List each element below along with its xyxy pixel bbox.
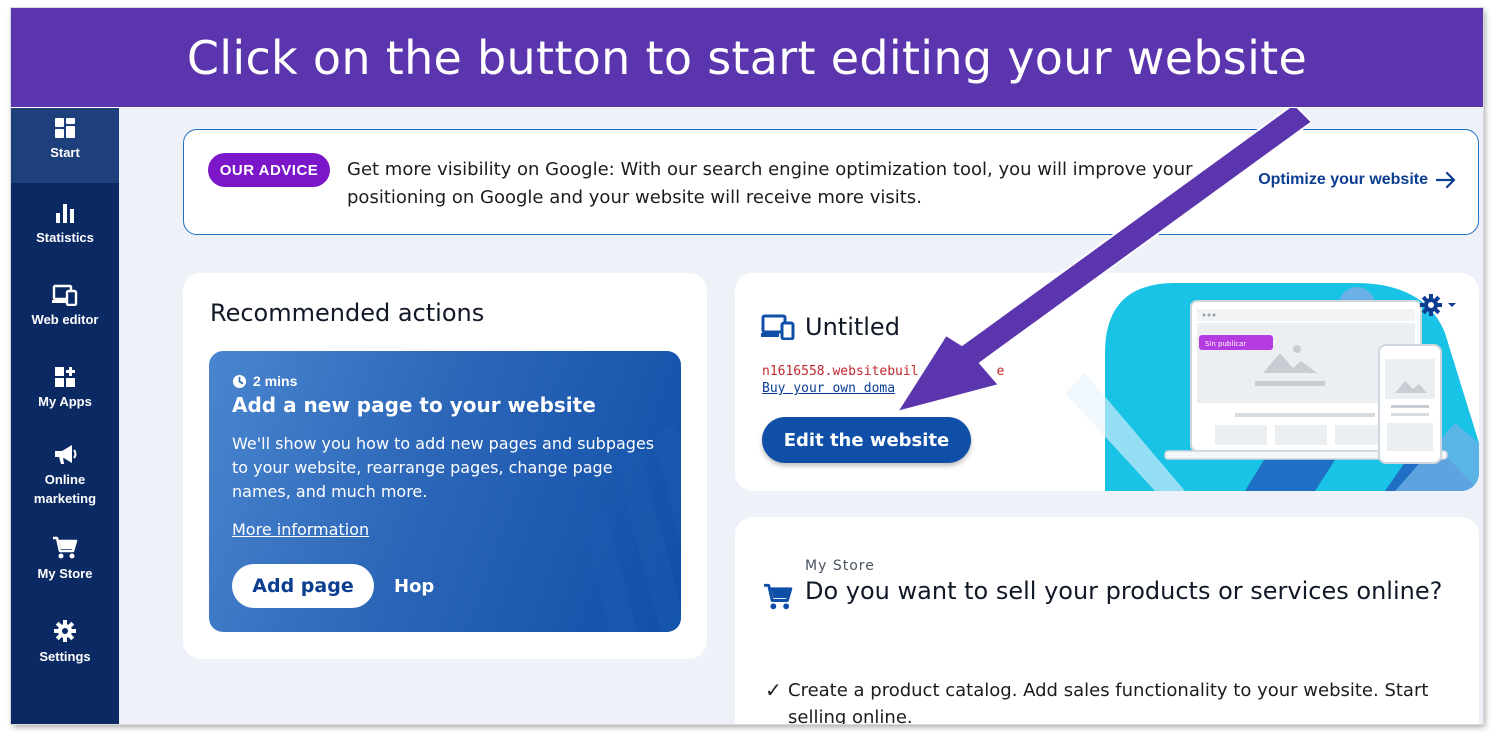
website-title-text: Untitled [805, 313, 900, 341]
optimize-website-label: Optimize your website [1258, 171, 1428, 188]
recommended-action-panel: 2 mins Add a new page to your website We… [209, 351, 681, 632]
store-feature-text: Create a product catalog. Add sales func… [788, 680, 1429, 724]
recommended-actions-title: Recommended actions [210, 299, 485, 327]
my-store-card: My Store Do you want to sell your produc… [735, 517, 1479, 724]
preview-badge-text: Sin publicar [1205, 340, 1246, 348]
bar-chart-icon [56, 204, 74, 223]
sidebar-item-statistics[interactable]: Statistics [11, 202, 119, 247]
optimize-website-link[interactable]: Optimize your website [1258, 171, 1456, 189]
sidebar-item-label: Statistics [36, 230, 94, 245]
website-url-start: n1616558.websitebuil [762, 364, 919, 379]
sidebar-item-label: Start [50, 145, 80, 160]
store-section-label: My Store [805, 558, 875, 574]
banner-text: Click on the button to start editing you… [186, 30, 1308, 85]
apps-plus-icon [55, 367, 75, 387]
sidebar-item-online-marketing[interactable]: Online marketing [11, 442, 119, 508]
hop-button[interactable]: Hop [394, 576, 434, 597]
megaphone-icon [55, 445, 77, 464]
gear-icon [1420, 294, 1442, 316]
cart-icon [764, 583, 793, 610]
grid-icon [55, 118, 75, 138]
sidebar-item-label: My Store [37, 566, 93, 581]
check-icon: ✓ [765, 678, 782, 702]
store-title: Do you want to sell your products or ser… [805, 577, 1443, 605]
action-heading: Add a new page to your website [232, 393, 596, 417]
add-page-button[interactable]: Add page [232, 564, 374, 608]
recommended-actions-card: Recommended actions 2 mins Add a new pag… [183, 273, 707, 659]
website-preview-illustration: Sin publicar [1065, 283, 1479, 491]
advice-text: Get more visibility on Google: With our … [347, 159, 1193, 208]
duration-text: 2 mins [253, 373, 298, 389]
action-description: We'll show you how to add new pages and … [232, 434, 655, 501]
sidebar-item-web-editor[interactable]: Web editor [11, 284, 119, 329]
arrow-right-icon [1436, 172, 1456, 188]
advice-badge: OUR ADVICE [208, 153, 330, 187]
sidebar-item-label: Web editor [31, 312, 99, 327]
website-settings-menu[interactable] [1419, 293, 1457, 317]
website-title: Untitled [761, 313, 900, 341]
sidebar-item-my-apps[interactable]: My Apps [11, 366, 119, 411]
sidebar-item-label: Online marketing [33, 472, 97, 506]
sidebar-item-start[interactable]: Start [11, 107, 119, 183]
website-url[interactable]: n1616558.websitebuil e [762, 364, 1004, 379]
devices-icon [52, 284, 78, 306]
devices-icon [761, 314, 795, 340]
advice-card: OUR ADVICE Get more visibility on Google… [183, 129, 1479, 235]
instruction-banner: Click on the button to start editing you… [11, 8, 1483, 108]
gear-icon [54, 620, 76, 642]
buy-domain-end: n [939, 381, 947, 396]
cart-icon [53, 536, 78, 559]
buy-domain-start: Buy your own doma [762, 381, 896, 396]
buy-domain-link[interactable]: Buy your own doma n [762, 381, 947, 396]
store-feature-item: ✓ Create a product catalog. Add sales fu… [765, 677, 1467, 724]
sidebar-item-label: My Apps [38, 394, 92, 409]
clock-icon [232, 374, 247, 388]
sidebar-item-settings[interactable]: Settings [11, 619, 119, 666]
website-card: Sin publicar Untitled n1616558.websitebu… [735, 273, 1479, 491]
edit-website-button[interactable]: Edit the website [762, 417, 971, 463]
chevron-down-icon [1448, 303, 1456, 307]
sidebar: Start Statistics Web editor My Apps Onli… [11, 107, 119, 724]
duration-label: 2 mins [232, 373, 297, 389]
website-url-end: e [996, 364, 1005, 379]
more-information-link[interactable]: More information [232, 520, 369, 539]
app-window: Click on the button to start editing you… [11, 8, 1483, 724]
sidebar-item-label: Settings [39, 649, 91, 664]
sidebar-item-my-store[interactable]: My Store [11, 536, 119, 583]
